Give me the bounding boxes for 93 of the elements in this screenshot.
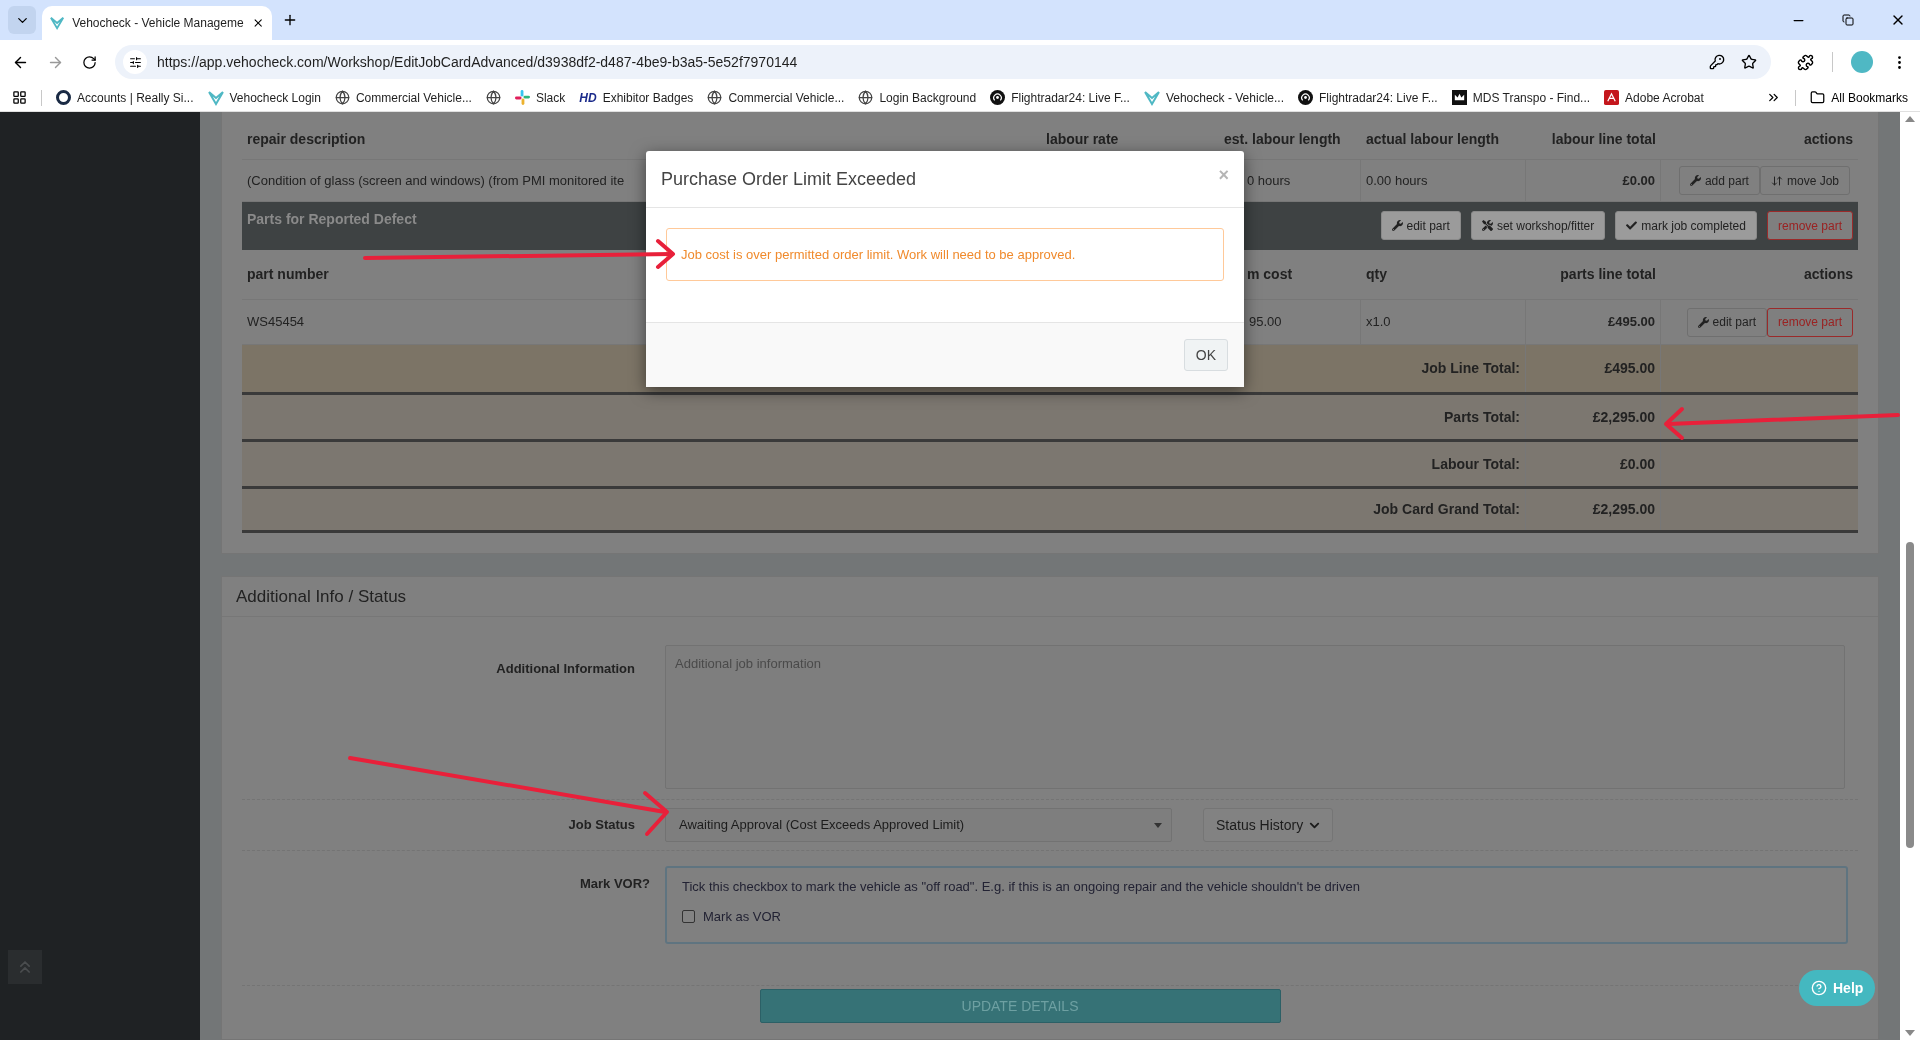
radar-icon — [990, 90, 1006, 105]
column-header: parts line total — [1560, 265, 1656, 284]
action-button[interactable]: edit part — [1686, 307, 1767, 337]
star-icon[interactable] — [1741, 54, 1757, 70]
bookmark-item[interactable]: Adobe Acrobat — [1604, 88, 1704, 107]
bookmark-item[interactable]: Flightradar24: Live F... — [1298, 88, 1438, 107]
dropdown-arrow-icon — [1154, 822, 1162, 828]
column-header: part number — [247, 265, 329, 284]
all-bookmarks-item[interactable]: All Bookmarks — [1810, 88, 1908, 107]
bookmark-item[interactable]: Vehocheck - Vehicle... — [1143, 88, 1284, 107]
table-cell-text: 95.00 — [1249, 313, 1282, 332]
field-label: Additional Information — [496, 660, 635, 678]
bookmark-item[interactable]: Commercial Vehicle... — [707, 88, 845, 107]
total-label: Job Line Total: — [1421, 359, 1520, 378]
checkbox-label: Mark as VOR — [703, 907, 781, 926]
warning-alert: Job cost is over permitted order limit. Work will need to be approved. — [666, 228, 1224, 281]
v-logo-icon — [1143, 89, 1160, 106]
column-header: repair description — [246, 130, 367, 149]
column-header: labour rate — [1045, 130, 1120, 149]
crown-icon — [1451, 90, 1467, 105]
checkbox[interactable] — [682, 909, 695, 923]
table-cell-text: 0.00 hours — [1366, 171, 1428, 190]
restore-icon[interactable] — [1842, 14, 1854, 26]
column-header: labour line total — [1550, 130, 1657, 149]
modal-title: Purchase Order Limit Exceeded — [661, 167, 917, 191]
action-button[interactable]: move Job — [1759, 166, 1850, 195]
url-text: https://app.vehocheck.com/Workshop/EditJobCardAdvanced/d3938df2-d487-4be9-b3a5-5e52f7970144 — [157, 52, 798, 72]
address-bar[interactable]: https://app.vehocheck.com/Workshop/EditJobCardAdvanced/d3938df2-d487-4be9-b3a5-5e52f7970144 — [115, 45, 1771, 79]
table-cell-text: WS45454 — [247, 313, 305, 332]
table-cell-text: 0 hours — [1247, 171, 1291, 190]
wrench-icon — [1391, 220, 1403, 231]
globe-icon — [858, 90, 874, 105]
status-history-button[interactable]: Status History — [1203, 808, 1334, 842]
bookmark-item[interactable]: Commercial Vehicle... — [334, 88, 472, 107]
total-label: Labour Total: — [1431, 454, 1520, 474]
ok-button[interactable]: OK — [1183, 339, 1228, 371]
bookmark-item[interactable]: Login Background — [858, 88, 977, 107]
column-header: qty — [1366, 265, 1387, 284]
bookmark-item[interactable]: HD Exhibitor Badges — [579, 88, 694, 107]
bookmark-item[interactable]: Slack — [514, 88, 566, 107]
folder-icon — [1810, 90, 1826, 105]
total-value: £0.00 — [1619, 454, 1655, 474]
radar-icon — [1298, 90, 1313, 105]
extensions-icon[interactable] — [1797, 53, 1814, 71]
field-label: Mark VOR? — [579, 875, 650, 893]
pdf-icon — [1604, 90, 1620, 105]
wrench-icon — [1689, 175, 1701, 186]
wrench-icon — [1697, 316, 1709, 328]
v-logo-icon — [207, 89, 224, 106]
action-button[interactable]: mark job completed — [1615, 211, 1757, 240]
column-header: m cost — [1247, 265, 1293, 284]
bookmark-item[interactable]: Flightradar24: Live F... — [990, 88, 1130, 107]
bookmark-item[interactable]: MDS Transpo - Find... — [1451, 88, 1591, 107]
pinwheel-icon — [514, 90, 530, 105]
column-header: actual labour length — [1365, 130, 1500, 149]
globe-icon — [334, 90, 350, 105]
field-label: Job Status — [568, 816, 635, 835]
v-logo-icon — [50, 15, 65, 31]
action-button[interactable]: add part — [1678, 166, 1760, 195]
table-cell-text: x1.0 — [1366, 313, 1391, 332]
globe-icon[interactable] — [485, 90, 501, 105]
tools-icon — [1481, 220, 1493, 231]
check-icon — [1626, 220, 1638, 231]
ring-icon — [56, 90, 71, 105]
section-title: Additional Info / Status — [236, 585, 407, 608]
tab-title: Vehocheck - Vehicle Manageme — [72, 15, 244, 32]
globe-icon — [707, 90, 723, 105]
bookmark-item[interactable]: Vehocheck Login — [207, 88, 321, 107]
table-cell-text: (Condition of glass (screen and windows) (from PMI monitored ite — [247, 171, 625, 190]
total-value: £2,295.00 — [1592, 500, 1655, 519]
hint-text: Tick this checkbox to mark the vehicle as "off road". E.g. if this is an ongoing repair and the vehicle shouldn't be driven — [682, 878, 1361, 896]
key-icon[interactable] — [1709, 54, 1725, 70]
table-cell-text: £495.00 — [1608, 313, 1655, 332]
total-label: Job Card Grand Total: — [1373, 500, 1520, 519]
monogram-icon: HD — [579, 88, 597, 107]
job-status-select[interactable]: Awaiting Approval (Cost Exceeds Approved Limit) — [665, 808, 1172, 842]
action-button[interactable]: edit part — [1380, 211, 1461, 240]
browser-tab[interactable]: Vehocheck - Vehicle Manageme — [42, 6, 272, 40]
up-down-arrows-icon — [1770, 174, 1783, 187]
column-header: est. labour length — [1223, 130, 1342, 149]
bookmark-item[interactable]: Accounts | Really Si... — [56, 88, 194, 107]
help-icon — [1811, 980, 1827, 996]
table-cell-text: £0.00 — [1622, 171, 1655, 190]
apps-icon[interactable] — [12, 90, 27, 105]
reload-icon[interactable] — [82, 54, 97, 70]
new-tab-icon[interactable] — [282, 12, 298, 28]
column-header: actions — [1804, 265, 1853, 284]
total-value: £2,295.00 — [1592, 407, 1655, 427]
total-label: Parts Total: — [1444, 407, 1520, 427]
column-header: actions — [1803, 130, 1854, 149]
total-value: £495.00 — [1604, 359, 1655, 378]
site-info-icon[interactable] — [128, 55, 142, 69]
action-button[interactable]: set workshop/fitter — [1470, 211, 1606, 240]
